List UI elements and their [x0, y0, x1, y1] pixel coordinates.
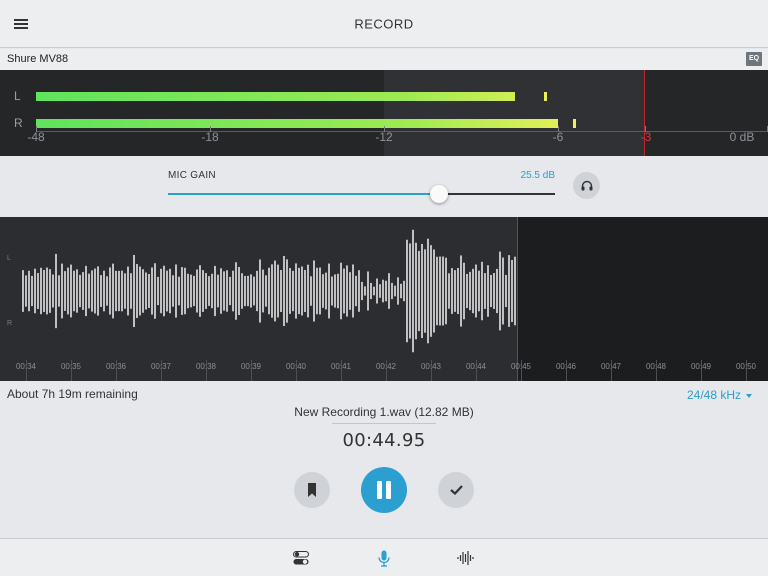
timeline-label: 00:38	[195, 362, 217, 371]
timeline-label: 00:43	[420, 362, 442, 371]
sample-rate-value: 24/48 kHz	[686, 388, 741, 402]
eq-button[interactable]: EQ	[746, 52, 762, 66]
timeline-label: 00:40	[285, 362, 307, 371]
waveform-channel-right-label: R	[7, 320, 13, 327]
meter-peak-right	[572, 119, 576, 128]
mic-gain-slider-fill	[168, 193, 439, 195]
timeline-label: 00:45	[510, 362, 532, 371]
waveform-playhead	[517, 217, 518, 381]
meter-scale-label: -6	[552, 130, 564, 144]
timeline-label: 00:39	[240, 362, 262, 371]
timeline-label: 00:41	[330, 362, 352, 371]
waveform-display	[22, 229, 516, 353]
tab-settings[interactable]	[289, 547, 313, 569]
top-bar: RECORD	[0, 0, 768, 48]
timeline-label: 00:49	[690, 362, 712, 371]
monitor-button[interactable]	[573, 172, 600, 199]
waveform-view[interactable]: L R 00:34 00:35 00:36 00:37 00:38 00:39 00:40 0…	[0, 217, 768, 381]
meter-bar-right	[36, 119, 558, 128]
checkmark-icon	[449, 485, 463, 495]
elapsed-time: 00:44.95	[342, 430, 426, 451]
mic-gain-slider[interactable]	[168, 185, 555, 203]
level-meter: L R -48 -18 -12 -6 -3 0 dB	[0, 70, 768, 156]
meter-headroom-zone	[384, 70, 644, 156]
mic-gain-slider-thumb[interactable]	[429, 185, 448, 203]
page-title: RECORD	[354, 16, 414, 32]
timeline-label: 00:50	[735, 362, 757, 371]
caret-down-icon	[746, 393, 752, 398]
sample-rate-select[interactable]: 24/48 kHz	[687, 388, 752, 402]
filename-underline	[332, 423, 436, 424]
mic-gain-value: 25.5 dB	[520, 170, 555, 181]
toggles-icon	[293, 551, 309, 565]
meter-bar-left	[36, 92, 515, 101]
recording-filename[interactable]: New Recording 1.wav (12.82 MB)	[0, 405, 768, 419]
timeline-label: 00:34	[15, 362, 37, 371]
time-remaining: About 7h 19m remaining	[7, 387, 138, 401]
timeline-label: 00:44	[465, 362, 487, 371]
finish-recording-button[interactable]	[438, 472, 474, 508]
timeline-label: 00:35	[60, 362, 82, 371]
timeline-label: 00:36	[105, 362, 127, 371]
waveform-channel-left-label: L	[7, 255, 11, 262]
device-name: Shure MV88	[7, 53, 69, 65]
meter-scale-label-clip: -3	[640, 130, 652, 144]
tab-files[interactable]	[454, 547, 478, 569]
timeline-label: 00:46	[555, 362, 577, 371]
microphone-icon	[378, 550, 390, 567]
mic-gain-panel: MIC GAIN 25.5 dB	[0, 156, 768, 217]
meter-channel-left-label: L	[14, 89, 21, 103]
timeline-label: 00:37	[150, 362, 172, 371]
waveform-icon	[457, 551, 474, 565]
tab-bar	[0, 538, 768, 576]
headphones-icon	[581, 180, 592, 191]
bookmark-icon	[308, 483, 316, 497]
meter-scale-label: 0 dB	[729, 130, 755, 144]
add-marker-button[interactable]	[294, 472, 330, 508]
pause-icon	[377, 481, 391, 499]
meter-channel-right-label: R	[14, 116, 23, 130]
meter-peak-left	[543, 92, 547, 101]
meter-scale-line	[36, 131, 768, 132]
timeline-label: 00:42	[375, 362, 397, 371]
timeline-label: 00:48	[645, 362, 667, 371]
mic-gain-label: MIC GAIN	[168, 170, 216, 181]
tab-record[interactable]	[372, 547, 396, 569]
meter-scale-label: -48	[27, 130, 45, 144]
meter-scale-label: -12	[375, 130, 393, 144]
timeline-label: 00:47	[600, 362, 622, 371]
device-bar: Shure MV88 EQ	[0, 49, 768, 70]
recording-info-panel: About 7h 19m remaining 24/48 kHz New Rec…	[0, 381, 768, 538]
meter-scale-label: -18	[201, 130, 219, 144]
pause-button[interactable]	[361, 467, 407, 513]
